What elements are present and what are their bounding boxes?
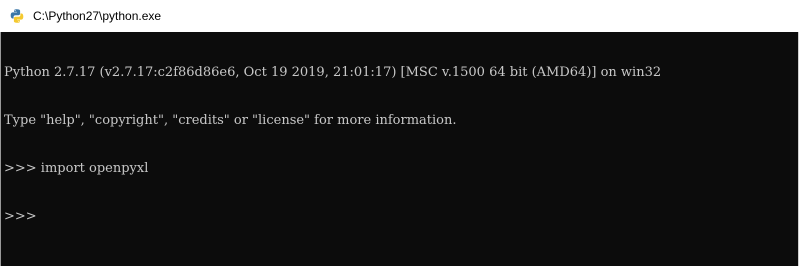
python-icon[interactable] [9, 8, 25, 24]
window-title: C:\Python27\python.exe [33, 9, 162, 23]
title-bar[interactable]: C:\Python27\python.exe [0, 0, 799, 32]
console-window: C:\Python27\python.exe Python 2.7.17 (v2… [0, 0, 799, 266]
console-text: Python 2.7.17 (v2.7.17:c2f86d86e6, Oct 1… [4, 33, 661, 257]
console-prompt[interactable]: >>> [4, 209, 661, 225]
console-line-version: Python 2.7.17 (v2.7.17:c2f86d86e6, Oct 1… [4, 65, 662, 80]
console-line-help: Type "help", "copyright", "credits" or "… [4, 113, 457, 128]
console-output[interactable]: Python 2.7.17 (v2.7.17:c2f86d86e6, Oct 1… [0, 32, 799, 266]
console-line-import: >>> import openpyxl [4, 161, 149, 176]
